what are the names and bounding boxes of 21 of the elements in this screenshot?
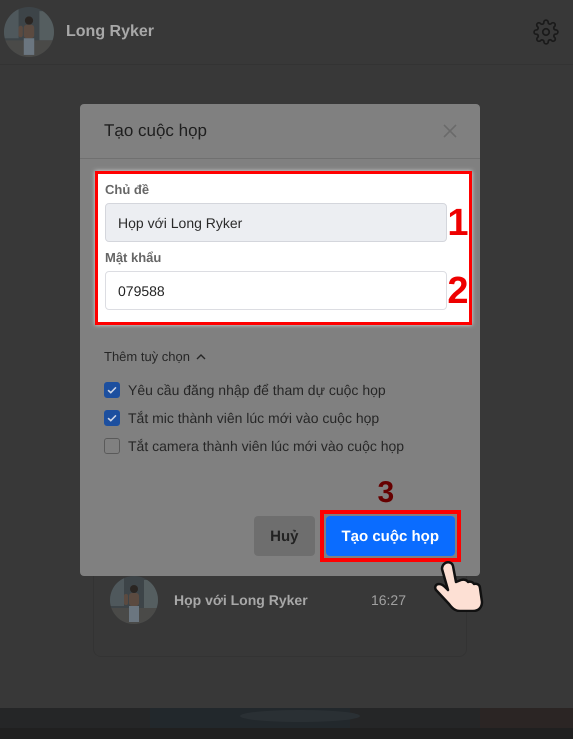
dialog-title: Tạo cuộc họp — [104, 121, 208, 141]
meeting-time: 16:27 — [370, 592, 406, 608]
step-number: 2 — [447, 272, 469, 310]
step-number: 1 — [447, 204, 469, 242]
field-label: Chủ đề — [105, 182, 150, 197]
option-label: Tắt camera thành viên lúc mới vào cuộc họp — [128, 438, 404, 454]
meeting-title[interactable]: Họp với Long Ryker — [174, 592, 355, 608]
more-options-toggle[interactable]: Thêm tuỳ chọn — [104, 349, 206, 364]
settings-icon[interactable] — [533, 19, 559, 45]
checkbox[interactable] — [104, 410, 120, 426]
checkbox[interactable] — [104, 438, 120, 454]
option-label: Yêu cầu đăng nhập để tham dự cuộc họp — [128, 382, 386, 398]
user-name: Long Ryker — [66, 23, 156, 41]
step-number: 3 — [378, 478, 394, 508]
checkbox[interactable] — [104, 382, 120, 398]
create-button[interactable]: Tạo cuộc họp — [326, 516, 455, 556]
field-label: Mật khẩu — [105, 250, 162, 265]
cancel-button[interactable]: Huỷ — [254, 516, 314, 556]
input-field[interactable]: 079588 — [105, 271, 447, 310]
option-label: Tắt mic thành viên lúc mới vào cuộc họp — [128, 410, 380, 426]
chevron-icon — [196, 352, 206, 362]
